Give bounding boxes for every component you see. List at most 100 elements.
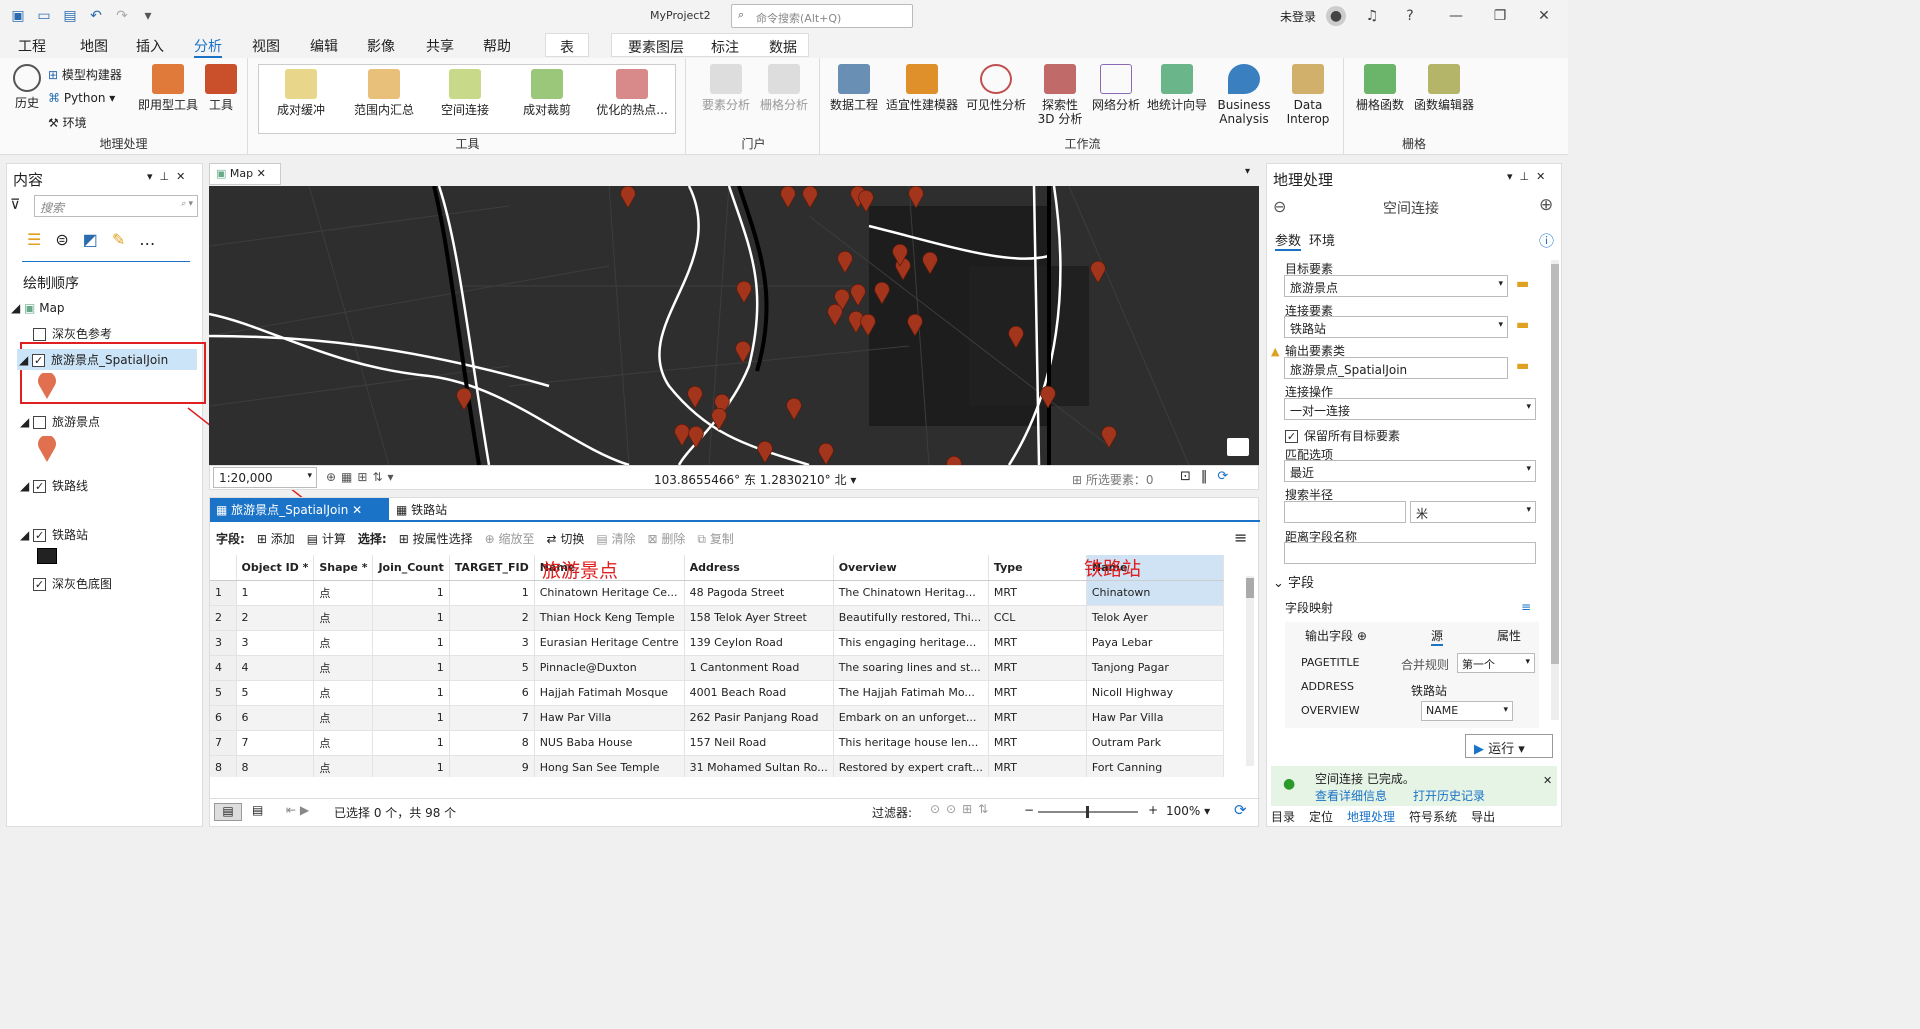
map-draw-controls[interactable]: ⊡‖⟳: [1180, 469, 1238, 484]
join-operation-select[interactable]: 一对一连接 ▾: [1284, 398, 1536, 420]
table-cell[interactable]: 8: [236, 755, 315, 777]
network-analysis-button[interactable]: 网络分析: [1090, 64, 1142, 112]
layer-spatialjoin[interactable]: ◢ ✓ 旅游景点_SpatialJoin: [17, 349, 197, 370]
table-cell[interactable]: 9: [449, 755, 535, 777]
switch-button[interactable]: ⇄ 切换: [546, 530, 584, 547]
pairwise-clip-button[interactable]: 成对裁剪: [517, 69, 577, 117]
search-radius-input[interactable]: [1284, 501, 1406, 523]
table-cell[interactable]: Thian Hock Keng Temple: [534, 605, 685, 631]
table-cell[interactable]: MRT: [988, 755, 1087, 777]
tab-feature-layer[interactable]: 要素图层: [628, 37, 684, 57]
field-item[interactable]: OVERVIEW: [1301, 704, 1360, 717]
checkbox-checked[interactable]: ✓: [1285, 430, 1298, 443]
match-option-select[interactable]: 最近 ▾: [1284, 460, 1536, 482]
modelbuilder-button[interactable]: ⊞ 模型构建器: [48, 66, 122, 83]
field-map-options-icon[interactable]: ≡: [1521, 600, 1531, 614]
tab-symbology[interactable]: 符号系统: [1409, 808, 1457, 828]
tab-catalog[interactable]: 目录: [1271, 808, 1295, 828]
drawing-order-icon[interactable]: ☰: [27, 230, 41, 256]
layer-checkbox[interactable]: ✓: [33, 578, 46, 591]
scrollbar-thumb[interactable]: [1551, 264, 1559, 664]
table-cell[interactable]: 3: [449, 630, 535, 656]
table-cell[interactable]: 点: [313, 680, 374, 706]
attraction-pin-icon[interactable]: [686, 386, 704, 408]
tools-button[interactable]: 工具: [202, 64, 240, 112]
target-features-select[interactable]: 旅游景点 ▾: [1284, 275, 1508, 297]
table-tab-spatialjoin[interactable]: ▦ 旅游景点_SpatialJoin ✕: [210, 498, 389, 520]
table-cell[interactable]: Telok Ayer: [1086, 605, 1224, 631]
table-cell[interactable]: Haw Par Villa: [1086, 705, 1224, 731]
tab-geoprocessing[interactable]: 地理处理: [1347, 808, 1395, 828]
attraction-pin-icon[interactable]: [1007, 326, 1025, 348]
optimized-hotspot-button[interactable]: 优化的热点...: [595, 69, 669, 117]
row-number-cell[interactable]: 8: [210, 755, 237, 777]
zoom-out-icon[interactable]: −: [1024, 803, 1034, 817]
column-header[interactable]: TARGET_FID: [449, 555, 535, 581]
editing-icon[interactable]: ✎: [112, 230, 125, 256]
filter-icon[interactable]: ⊽: [10, 197, 20, 213]
table-cell[interactable]: 5: [236, 680, 315, 706]
python-button[interactable]: ⌘ Python ▾: [48, 91, 115, 105]
attraction-pin-icon[interactable]: [817, 443, 835, 465]
attraction-pin-icon[interactable]: [836, 251, 854, 273]
zoom-slider-thumb[interactable]: [1086, 806, 1089, 818]
table-cell[interactable]: 48 Pagoda Street: [684, 580, 834, 606]
zoom-in-icon[interactable]: +: [1148, 803, 1158, 817]
filter-icons[interactable]: ⊙⊙⊞⇅: [930, 802, 994, 816]
summarize-within-button[interactable]: 范围内汇总: [351, 69, 417, 117]
table-cell[interactable]: Haw Par Villa: [534, 705, 685, 731]
table-cell[interactable]: Chinatown: [1086, 580, 1224, 606]
undo-icon[interactable]: ↶: [86, 6, 106, 26]
table-cell[interactable]: The Hajjah Fatimah Mo...: [833, 680, 989, 706]
attraction-pin-icon[interactable]: [826, 304, 844, 326]
distance-field-input[interactable]: [1284, 542, 1536, 564]
fields-section-toggle[interactable]: ⌄ 字段: [1273, 572, 1314, 591]
map-nav-tools[interactable]: ⊕▦⊞⇅▾: [326, 470, 399, 484]
column-header[interactable]: Address: [684, 555, 834, 581]
attraction-pin-icon[interactable]: [734, 341, 752, 363]
table-cell[interactable]: 2: [449, 605, 535, 631]
table-scrollbar[interactable]: [1246, 576, 1254, 766]
table-tab-stations[interactable]: ▦ 铁路站: [396, 501, 447, 518]
select-by-attributes-button[interactable]: ⊞ 按属性选择: [399, 530, 473, 547]
table-row[interactable]: 5 5 点 1 6 Hajjah Fatimah Mosque 4001 Beach Roa…: [210, 680, 1224, 706]
table-cell[interactable]: 5: [449, 655, 535, 681]
tab-properties[interactable]: 属性: [1497, 627, 1521, 644]
attraction-pin-icon[interactable]: [785, 398, 803, 420]
table-row[interactable]: 6 6 点 1 7 Haw Par Villa 262 Pasir Panjang Road…: [210, 705, 1224, 731]
tab-share[interactable]: 共享: [426, 36, 454, 56]
table-cell[interactable]: CCL: [988, 605, 1087, 631]
table-cell[interactable]: 点: [313, 655, 374, 681]
tab-project[interactable]: 工程: [18, 36, 46, 56]
restore-icon[interactable]: ❐: [1490, 6, 1510, 26]
data-engineering-button[interactable]: 数据工程: [828, 64, 880, 112]
table-cell[interactable]: 1: [449, 580, 535, 606]
table-cell[interactable]: 157 Neil Road: [684, 730, 834, 756]
attraction-pin-icon[interactable]: [945, 456, 963, 465]
table-cell[interactable]: Hong San See Temple: [534, 755, 685, 777]
open-history-link[interactable]: 打开历史记录: [1413, 787, 1485, 804]
view-details-link[interactable]: 查看详细信息: [1315, 787, 1387, 804]
field-item[interactable]: ADDRESS: [1301, 680, 1354, 693]
attraction-pin-icon[interactable]: [687, 426, 705, 448]
notification-icon[interactable]: ♫: [1362, 6, 1382, 26]
close-icon[interactable]: ✕: [1543, 774, 1552, 787]
account-label[interactable]: 未登录: [1280, 8, 1316, 25]
table-cell[interactable]: MRT: [988, 730, 1087, 756]
tab-analysis[interactable]: 分析: [194, 36, 222, 58]
close-icon[interactable]: ✕: [1534, 6, 1554, 26]
map-canvas[interactable]: [209, 186, 1259, 465]
zoom-slider[interactable]: [1038, 806, 1138, 818]
table-cell[interactable]: Embark on an unforget...: [833, 705, 989, 731]
feature-analysis-button[interactable]: 要素分析: [700, 64, 752, 112]
table-row[interactable]: 2 2 点 1 2 Thian Hock Keng Temple 158 Telok Aye…: [210, 605, 1224, 631]
contents-search-input[interactable]: 搜索 ⌕ ▾: [34, 195, 198, 217]
back-icon[interactable]: ⊖: [1273, 197, 1286, 216]
customize-icon[interactable]: ▾: [138, 6, 158, 26]
help-icon[interactable]: ⓘ: [1539, 230, 1554, 251]
source-icon[interactable]: ⊜: [55, 230, 68, 256]
table-cell[interactable]: 1: [372, 705, 450, 731]
table-cell[interactable]: Paya Lebar: [1086, 630, 1224, 656]
map-options-icon[interactable]: ▾: [1245, 166, 1250, 177]
table-cell[interactable]: 点: [313, 705, 374, 731]
